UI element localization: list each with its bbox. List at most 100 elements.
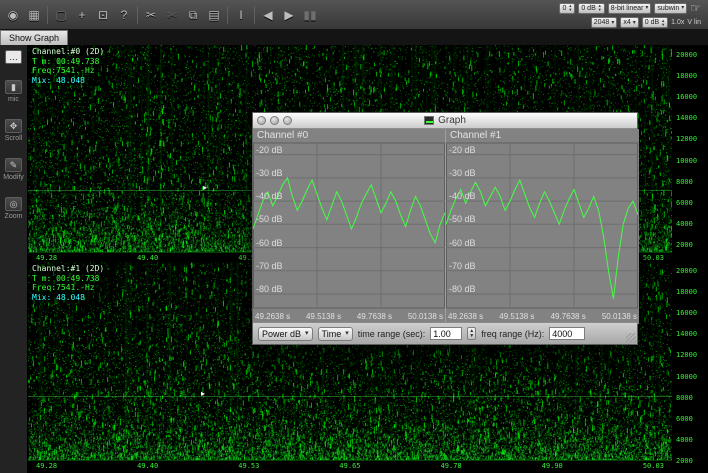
- play-icon[interactable]: ▶: [281, 9, 297, 21]
- mic-tool-label: mic: [8, 96, 19, 103]
- modify-tool-label: Modify: [3, 174, 24, 181]
- time-label: 49.28: [36, 254, 57, 262]
- more-button-icon: …: [5, 50, 22, 64]
- freq-label: 4000: [676, 436, 708, 444]
- freq-range-label: freq range (Hz):: [481, 329, 544, 339]
- zoom-tool[interactable]: ◎Zoom: [5, 197, 23, 220]
- save-icon[interactable]: ▦: [26, 9, 42, 21]
- toolbar-separator: [47, 6, 48, 24]
- time-label: 49.28: [36, 462, 57, 473]
- delete-icon[interactable]: ✄: [164, 9, 180, 21]
- x-axis-label: 50.0138 s: [602, 312, 637, 321]
- graph-plot: [446, 129, 638, 324]
- gain-db-spin-stepper[interactable]: ▲▼: [661, 19, 665, 27]
- pause-icon[interactable]: ▮▮: [302, 9, 318, 21]
- cut-icon[interactable]: ✂: [143, 9, 159, 21]
- gain-spin-stepper[interactable]: ▲▼: [568, 4, 572, 12]
- freq-label: 20000: [676, 267, 708, 275]
- level-spin-stepper[interactable]: ▲▼: [598, 4, 602, 12]
- close-button[interactable]: [257, 116, 266, 125]
- chevron-down-icon: ▾: [681, 5, 684, 11]
- channel-readout: T m: 00:49.738: [32, 57, 104, 67]
- freq-label: 16000: [676, 93, 708, 101]
- zoom-window-button[interactable]: [283, 116, 292, 125]
- overlap-select-value: x4: [623, 19, 630, 26]
- grab-hand-icon[interactable]: ☞: [690, 1, 701, 15]
- paste-icon[interactable]: ▤: [206, 9, 222, 21]
- format-select-value: 8-bit linear: [611, 5, 644, 12]
- freq-label: 10000: [676, 373, 708, 381]
- x-axis-label: 49.5138 s: [499, 312, 534, 321]
- audio-analyzer-app: ◉▦▢+⊡?✂✄⧉▤I◀▶▮▮ 0▲▼0 dB▲▼8-bit linear▾su…: [0, 0, 708, 473]
- y-axis-label: -40 dB: [449, 191, 476, 201]
- y-axis-label: -40 dB: [256, 191, 283, 201]
- x-axis-label: 50.0138 s: [408, 312, 443, 321]
- minimize-button[interactable]: [270, 116, 279, 125]
- modify-tool[interactable]: ✎Modify: [3, 158, 24, 181]
- scroll-tool-icon: ✥: [5, 119, 22, 133]
- chevron-down-icon: ▾: [345, 330, 349, 337]
- freq-range-input[interactable]: [549, 327, 585, 340]
- graph-window-titlebar[interactable]: Graph: [253, 113, 637, 129]
- time-label: 50.03: [643, 254, 664, 262]
- y-axis-label: -80 dB: [449, 284, 476, 294]
- chevron-down-icon: ▾: [633, 20, 636, 26]
- graph-panel-0: Channel #0-20 dB-30 dB-40 dB-50 dB-60 dB…: [253, 129, 446, 324]
- overlap-select[interactable]: x4▾: [620, 17, 638, 28]
- speaker-icon[interactable]: ◉: [5, 9, 21, 21]
- scale-mode-label: V lin: [687, 19, 701, 26]
- gain-db-spin[interactable]: 0 dB▲▼: [642, 17, 668, 28]
- tab-strip: Show Graph: [0, 30, 708, 45]
- show-graph-tab-label: Show Graph: [9, 33, 59, 43]
- mic-tool[interactable]: ▮mic: [5, 80, 22, 103]
- fft-size-select-value: 2048: [594, 19, 610, 26]
- show-graph-tab[interactable]: Show Graph: [0, 30, 68, 45]
- graph-window: Graph Channel #0-20 dB-30 dB-40 dB-50 dB…: [252, 112, 638, 345]
- fft-size-select[interactable]: 2048▾: [591, 17, 618, 28]
- toolbar-separator: [137, 6, 138, 24]
- time-label: 50.03: [643, 462, 664, 473]
- more-button[interactable]: …: [5, 50, 22, 64]
- window-select[interactable]: subwin▾: [654, 3, 687, 14]
- select-rect-icon[interactable]: ▢: [53, 9, 69, 21]
- frequency-cursor-line-1: [28, 396, 672, 397]
- gain-spin[interactable]: 0▲▼: [559, 3, 575, 14]
- channel-mix-readout: Mix: 48.048: [32, 76, 104, 86]
- move-icon[interactable]: +: [74, 9, 90, 21]
- x-axis-label: 49.7638 s: [357, 312, 392, 321]
- y-axis-label: -80 dB: [256, 284, 283, 294]
- resize-grip[interactable]: [626, 333, 636, 343]
- freq-label: 10000: [676, 157, 708, 165]
- scroll-tool[interactable]: ✥Scroll: [5, 119, 23, 142]
- cursor-marker-icon-0: ▸: [203, 184, 207, 192]
- time-range-input[interactable]: [430, 327, 462, 340]
- y-axis-label: -70 dB: [256, 261, 283, 271]
- help-icon[interactable]: ?: [116, 9, 132, 21]
- graph-footer: Power dB ▾ Time ▾ time range (sec): ▲▼ f…: [253, 322, 637, 344]
- level-spin[interactable]: 0 dB▲▼: [578, 3, 604, 14]
- zoom-rect-icon[interactable]: ⊡: [95, 9, 111, 21]
- chevron-down-icon: ▾: [645, 5, 648, 11]
- axis-mode-select[interactable]: Time ▾: [318, 327, 353, 341]
- format-select[interactable]: 8-bit linear▾: [608, 3, 652, 14]
- y-axis-label: -20 dB: [256, 145, 283, 155]
- down-arrow-icon: ▼: [661, 23, 665, 27]
- freq-label: 6000: [676, 415, 708, 423]
- cursor-marker-icon-1: ▸: [201, 390, 205, 398]
- channel-readout: T m: 00:49.738: [32, 274, 104, 284]
- power-mode-select[interactable]: Power dB ▾: [258, 327, 313, 341]
- skip-start-icon[interactable]: ◀: [260, 9, 276, 21]
- ibeam-icon[interactable]: I: [233, 9, 249, 21]
- freq-label: 20000: [676, 51, 708, 59]
- toolbar-controls: 0▲▼0 dB▲▼8-bit linear▾subwin▾☞ 2048▾x4▾0…: [559, 1, 703, 28]
- toolbar-icons: ◉ ▦ ▢ + ⊡? ✂ ✄ ⧉ ▤ I ◀ ▶ ▮▮: [5, 6, 318, 24]
- frequency-labels-channel-0: 2000018000160001400012000100008000600040…: [676, 51, 708, 249]
- time-range-label: time range (sec):: [358, 329, 426, 339]
- channel-title: Channel:#0 (2D): [32, 47, 104, 57]
- graph-panel-title: Channel #0: [257, 130, 308, 141]
- time-range-stepper[interactable]: ▲▼: [467, 327, 476, 340]
- main-toolbar: ◉▦▢+⊡?✂✄⧉▤I◀▶▮▮ 0▲▼0 dB▲▼8-bit linear▾su…: [0, 0, 708, 30]
- copy-icon[interactable]: ⧉: [185, 9, 201, 21]
- freq-label: 4000: [676, 220, 708, 228]
- x-axis-label: 49.2638 s: [255, 312, 290, 321]
